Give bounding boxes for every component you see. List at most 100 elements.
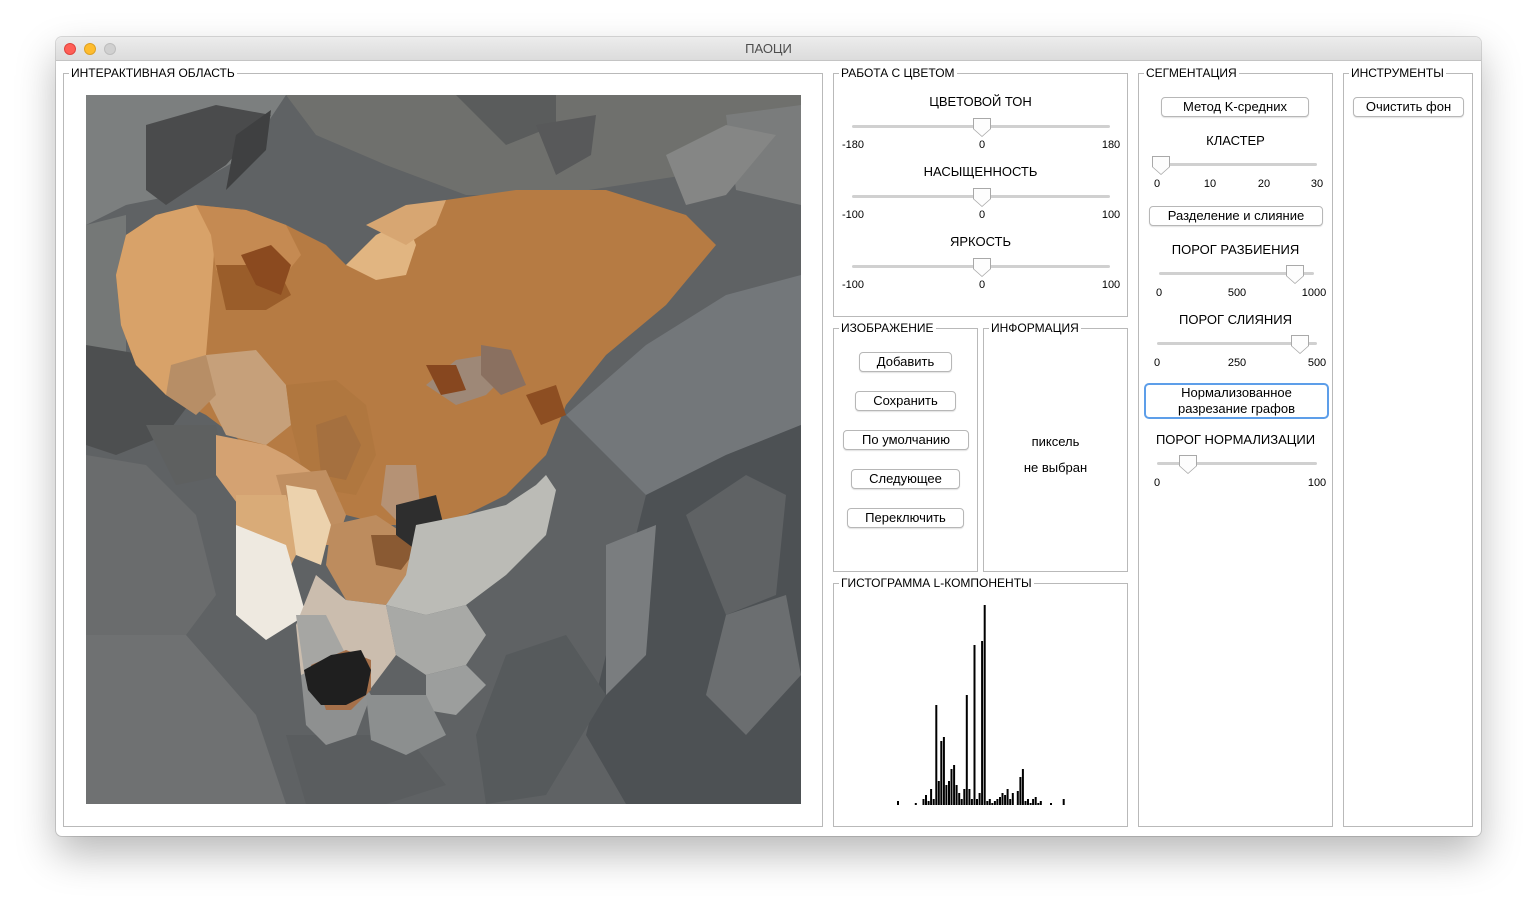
title-bar: ПАОЦИ	[56, 37, 1481, 61]
brightness-mid-tick: 0	[978, 279, 986, 291]
histogram-bar	[970, 799, 973, 805]
histogram-bar	[1004, 795, 1007, 805]
hue-slider-thumb[interactable]	[973, 118, 991, 137]
histogram-bar	[1034, 797, 1037, 805]
histogram-bar	[958, 793, 961, 805]
norm-threshold-slider-thumb[interactable]	[1179, 455, 1197, 474]
default-button[interactable]: По умолчанию	[843, 430, 969, 450]
split-threshold-tick-0: 0	[1155, 287, 1163, 299]
brightness-min-tick: -100	[841, 279, 865, 291]
histogram-bar	[1039, 801, 1042, 805]
cluster-tick-2: 20	[1257, 178, 1271, 190]
next-image-button[interactable]: Следующее	[851, 469, 960, 489]
hue-mid-tick: 0	[978, 139, 986, 151]
cluster-tick-0: 0	[1153, 178, 1161, 190]
histogram-legend: ГИСТОГРАММА L-КОМПОНЕНТЫ	[839, 575, 1034, 591]
histogram-bar	[942, 737, 945, 805]
image-panel: ИЗОБРАЖЕНИЕ Добавить Сохранить По умолча…	[833, 320, 978, 572]
histogram-bar	[955, 785, 958, 805]
split-threshold-tick-1: 500	[1227, 287, 1247, 299]
app-window: ПАОЦИ ИНТЕРАКТИВНАЯ ОБЛАСТЬ РАБОТА С ЦВЕ…	[56, 37, 1481, 836]
split-threshold-tick-2: 1000	[1301, 287, 1327, 299]
hue-min-tick: -180	[841, 139, 865, 151]
histogram-bar	[953, 765, 956, 805]
histogram-bar	[981, 641, 984, 805]
tools-legend: ИНСТРУМЕНТЫ	[1349, 65, 1446, 81]
norm-threshold-tick-1: 100	[1307, 477, 1327, 489]
histogram-bar	[1021, 769, 1024, 805]
histogram-bar	[1037, 803, 1040, 805]
toggle-button[interactable]: Переключить	[847, 508, 964, 528]
histogram-bar	[897, 801, 899, 805]
cluster-slider-track[interactable]	[1157, 163, 1317, 166]
image-panel-legend: ИЗОБРАЖЕНИЕ	[839, 320, 936, 336]
histogram-panel: ГИСТОГРАММА L-КОМПОНЕНТЫ	[833, 575, 1128, 827]
histogram-bar	[937, 781, 940, 805]
histogram-bar	[930, 789, 933, 805]
histogram-bar	[986, 801, 989, 805]
histogram-bar	[1009, 799, 1012, 805]
histogram-bar	[935, 705, 938, 805]
histogram-bar	[927, 801, 930, 805]
histogram-chart	[897, 605, 1065, 805]
pixel-info-line1: пиксель	[1031, 434, 1080, 449]
saturation-min-tick: -100	[841, 209, 865, 221]
histogram-bar	[993, 801, 996, 805]
color-panel-legend: РАБОТА С ЦВЕТОМ	[839, 65, 957, 81]
histogram-bar	[991, 803, 994, 805]
merge-threshold-slider-thumb[interactable]	[1291, 335, 1309, 354]
histogram-bar	[960, 799, 963, 805]
histogram-bar	[1019, 777, 1022, 805]
cluster-tick-1: 10	[1203, 178, 1217, 190]
histogram-bar	[996, 799, 999, 805]
split-merge-button[interactable]: Разделение и слияние	[1149, 206, 1323, 226]
normalized-cut-button[interactable]: Нормализованное разрезание графов	[1144, 383, 1329, 419]
interactive-area-panel: ИНТЕРАКТИВНАЯ ОБЛАСТЬ	[63, 65, 823, 827]
histogram-bar	[1016, 791, 1019, 805]
histogram-bar	[965, 695, 968, 805]
segmented-image-canvas[interactable]	[86, 95, 801, 804]
histogram-bar	[973, 645, 976, 805]
cluster-label: КЛАСТЕР	[1206, 133, 1265, 148]
save-image-button[interactable]: Сохранить	[855, 391, 956, 411]
brightness-max-tick: 100	[1101, 279, 1121, 291]
saturation-mid-tick: 0	[978, 209, 986, 221]
cluster-slider-thumb[interactable]	[1152, 156, 1170, 175]
normalized-cut-line2: разрезание графов	[1178, 401, 1295, 416]
merge-threshold-tick-0: 0	[1153, 357, 1161, 369]
kmeans-button[interactable]: Метод K-средних	[1161, 97, 1309, 117]
clear-background-button[interactable]: Очистить фон	[1353, 97, 1464, 117]
color-panel: РАБОТА С ЦВЕТОМ ЦВЕТОВОЙ ТОН -180 0 180 …	[833, 65, 1128, 317]
brightness-label: ЯРКОСТЬ	[949, 234, 1012, 249]
norm-threshold-tick-0: 0	[1153, 477, 1161, 489]
saturation-slider-thumb[interactable]	[973, 188, 991, 207]
histogram-bar	[922, 799, 925, 805]
cluster-tick-3: 30	[1310, 178, 1324, 190]
split-threshold-slider-thumb[interactable]	[1286, 265, 1304, 284]
histogram-bar	[932, 799, 935, 805]
normalized-cut-line1: Нормализованное	[1181, 385, 1292, 400]
brightness-slider-thumb[interactable]	[973, 258, 991, 277]
segmentation-panel: СЕГМЕНТАЦИЯ Метод K-средних КЛАСТЕР 0 10…	[1138, 65, 1333, 827]
merge-threshold-tick-1: 250	[1227, 357, 1247, 369]
info-panel: ИНФОРМАЦИЯ пиксель не выбран	[983, 320, 1128, 572]
histogram-bar	[945, 785, 948, 805]
histogram-bar	[1050, 803, 1052, 805]
tools-panel: ИНСТРУМЕНТЫ Очистить фон	[1343, 65, 1473, 827]
interactive-area-legend: ИНТЕРАКТИВНАЯ ОБЛАСТЬ	[69, 65, 237, 81]
histogram-bar	[1011, 793, 1014, 805]
histogram-bar	[1032, 799, 1035, 805]
merge-threshold-label: ПОРОГ СЛИЯНИЯ	[1179, 312, 1292, 327]
pixel-info-line2: не выбран	[1023, 460, 1088, 475]
split-threshold-label: ПОРОГ РАЗБИЕНИЯ	[1171, 242, 1300, 257]
histogram-bar	[983, 605, 986, 805]
histogram-bar	[925, 795, 927, 805]
hue-label: ЦВЕТОВОЙ ТОН	[929, 94, 1032, 109]
histogram-bar	[948, 781, 950, 805]
histogram-bar	[976, 799, 978, 805]
histogram-bar	[999, 797, 1001, 805]
histogram-bar	[968, 789, 971, 805]
hue-max-tick: 180	[1101, 139, 1121, 151]
window-title: ПАОЦИ	[745, 41, 792, 56]
add-image-button[interactable]: Добавить	[859, 352, 952, 372]
